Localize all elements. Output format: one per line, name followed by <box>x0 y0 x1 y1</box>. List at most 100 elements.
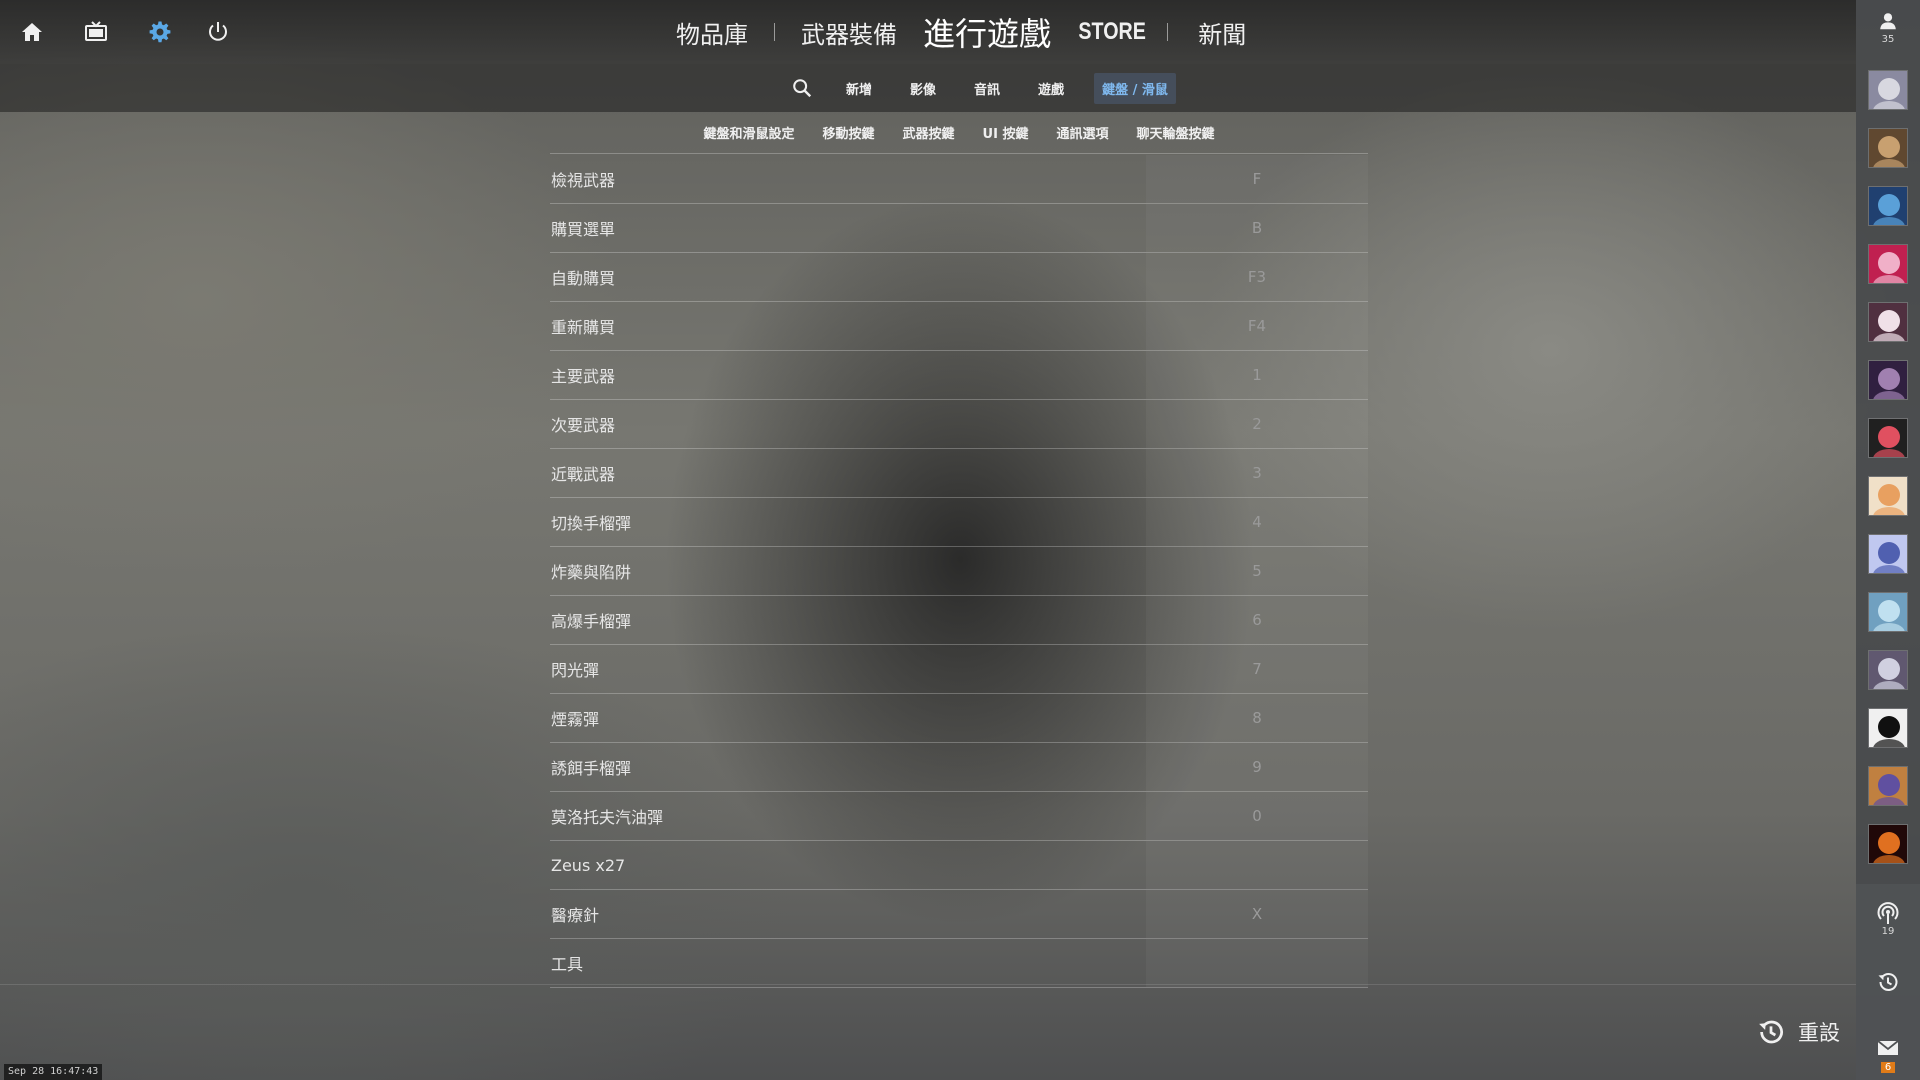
broadcast-button[interactable]: 19 <box>1856 902 1920 937</box>
binding-key-value[interactable]: 4 <box>1146 498 1368 546</box>
binding-row[interactable]: 閃光彈 7 <box>550 645 1368 694</box>
binding-label: 檢視武器 <box>551 171 616 190</box>
binding-key-value[interactable]: 3 <box>1146 449 1368 497</box>
binding-key-value[interactable]: 0 <box>1146 792 1368 840</box>
tab-video[interactable]: 影像 <box>902 73 944 104</box>
friend-avatar-1[interactable] <box>1868 70 1908 110</box>
settings-button[interactable] <box>144 16 176 48</box>
tab-new[interactable]: 新增 <box>838 73 880 104</box>
friend-avatar-8[interactable] <box>1868 476 1908 516</box>
friend-avatar-10[interactable] <box>1868 592 1908 632</box>
reset-label: 重設 <box>1798 1021 1840 1045</box>
gear-icon <box>149 21 171 43</box>
nav-play[interactable]: 進行遊戲 <box>923 9 1051 55</box>
binding-key-value[interactable] <box>1146 841 1368 889</box>
friend-avatar-5[interactable] <box>1868 302 1908 342</box>
avatar-image <box>1869 71 1907 109</box>
binding-row[interactable]: 自動購買 F3 <box>550 253 1368 302</box>
binding-row[interactable]: Zeus x27 <box>550 841 1368 890</box>
binding-row[interactable]: 檢視武器 F <box>550 155 1368 204</box>
tab-audio[interactable]: 音訊 <box>966 73 1008 104</box>
binding-row[interactable]: 醫療針 X <box>550 890 1368 939</box>
friend-avatar-3[interactable] <box>1868 186 1908 226</box>
binding-key-value[interactable]: F4 <box>1146 302 1368 350</box>
mail-count-badge: 6 <box>1880 1062 1896 1073</box>
binding-key-value[interactable]: F <box>1146 155 1368 203</box>
binding-key-value[interactable]: X <box>1146 890 1368 938</box>
binding-row[interactable]: 誘餌手榴彈 9 <box>550 743 1368 792</box>
binding-label: 重新購買 <box>551 318 616 337</box>
tv-button[interactable] <box>80 16 112 48</box>
search-icon <box>793 79 812 98</box>
tab-game[interactable]: 遊戲 <box>1030 73 1072 104</box>
category-keyboard-mouse-settings[interactable]: 鍵盤和滑鼠設定 <box>704 123 795 142</box>
avatar-image <box>1869 303 1907 341</box>
binding-key-value[interactable]: 9 <box>1146 743 1368 791</box>
tab-keyboard-mouse[interactable]: 鍵盤 / 滑鼠 <box>1094 72 1176 104</box>
nav-library[interactable]: 物品庫 <box>676 15 748 50</box>
friend-avatar-2[interactable] <box>1868 128 1908 168</box>
binding-key-value[interactable]: 5 <box>1146 547 1368 595</box>
friend-avatar-11[interactable] <box>1868 650 1908 690</box>
friend-avatar-6[interactable] <box>1868 360 1908 400</box>
category-movement-keys[interactable]: 移動按鍵 <box>823 123 875 142</box>
avatar-image <box>1869 129 1907 167</box>
friend-avatar-7[interactable] <box>1868 418 1908 458</box>
power-button[interactable] <box>202 16 234 48</box>
avatar-image <box>1869 709 1907 747</box>
binding-row[interactable]: 切換手榴彈 4 <box>550 498 1368 547</box>
binding-row[interactable]: 莫洛托夫汽油彈 0 <box>550 792 1368 841</box>
category-weapon-keys[interactable]: 武器按鍵 <box>903 123 955 142</box>
binding-key-value[interactable]: B <box>1146 204 1368 252</box>
binding-key-value[interactable]: F3 <box>1146 253 1368 301</box>
binding-row[interactable]: 煙霧彈 8 <box>550 694 1368 743</box>
binding-key-value[interactable]: 7 <box>1146 645 1368 693</box>
sidebar-bottom-panel: 19 6 <box>1856 884 1920 1080</box>
binding-label: 煙霧彈 <box>551 710 600 729</box>
binding-row[interactable]: 重新購買 F4 <box>550 302 1368 351</box>
friends-button[interactable]: 35 <box>1856 10 1920 60</box>
timestamp: Sep 28 16:47:43 <box>4 1064 103 1080</box>
binding-row[interactable]: 近戰武器 3 <box>550 449 1368 498</box>
reset-button[interactable]: 重設 <box>1756 1014 1840 1050</box>
history-button[interactable] <box>1856 970 1920 994</box>
binding-key-value[interactable]: 6 <box>1146 596 1368 644</box>
nav-news[interactable]: 新聞 <box>1198 15 1246 50</box>
key-binding-list: 檢視武器 F 購買選單 B 自動購買 F3 重新購買 F4 主要武器 1 次要武器 2 近戰武器 3 切換手… <box>550 155 1368 988</box>
category-chat-wheel-keys[interactable]: 聊天輪盤按鍵 <box>1136 123 1214 142</box>
friend-avatar-9[interactable] <box>1868 534 1908 574</box>
binding-row[interactable]: 高爆手榴彈 6 <box>550 596 1368 645</box>
friend-avatar-13[interactable] <box>1868 766 1908 806</box>
binding-label: 主要武器 <box>551 367 616 386</box>
binding-key-value[interactable]: 2 <box>1146 400 1368 448</box>
broadcast-icon <box>1877 902 1899 924</box>
binding-label: 醫療針 <box>551 906 600 925</box>
binding-key-value[interactable]: 1 <box>1146 351 1368 399</box>
settings-search-button[interactable] <box>788 74 816 102</box>
binding-label: 工具 <box>551 955 584 974</box>
avatar-image <box>1869 825 1907 863</box>
category-ui-keys[interactable]: UI 按鍵 <box>983 123 1029 142</box>
binding-row[interactable]: 主要武器 1 <box>550 351 1368 400</box>
mail-button[interactable]: 6 <box>1856 1036 1920 1073</box>
avatar-image <box>1869 767 1907 805</box>
category-communication[interactable]: 通訊選項 <box>1056 123 1108 142</box>
binding-row[interactable]: 購買選單 B <box>550 204 1368 253</box>
binding-key-value[interactable] <box>1146 939 1368 987</box>
binding-key-value[interactable]: 8 <box>1146 694 1368 742</box>
nav-loadout[interactable]: 武器裝備 <box>801 15 897 50</box>
friend-avatar-list <box>1868 70 1908 882</box>
binding-label: 誘餌手榴彈 <box>551 759 632 778</box>
binding-row[interactable]: 次要武器 2 <box>550 400 1368 449</box>
binding-row[interactable]: 工具 <box>550 939 1368 988</box>
avatar-image <box>1869 245 1907 283</box>
friends-count: 35 <box>1881 34 1895 45</box>
home-button[interactable] <box>16 16 48 48</box>
friend-avatar-12[interactable] <box>1868 708 1908 748</box>
binding-label: 閃光彈 <box>551 661 600 680</box>
friend-avatar-14[interactable] <box>1868 824 1908 864</box>
friend-avatar-4[interactable] <box>1868 244 1908 284</box>
nav-store[interactable]: STORE <box>1078 18 1145 46</box>
binding-row[interactable]: 炸藥與陷阱 5 <box>550 547 1368 596</box>
settings-sub-nav: 新增 影像 音訊 遊戲 鍵盤 / 滑鼠 <box>0 64 1856 112</box>
